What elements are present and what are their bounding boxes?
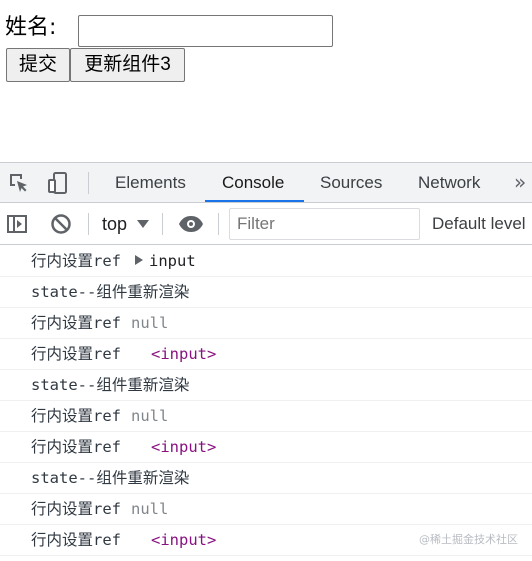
update-component-button[interactable]: 更新组件3 [70,48,185,82]
console-message: 行内设置ref null [0,308,532,339]
message-text: 行内设置ref [31,314,121,332]
context-selector[interactable]: top [102,203,127,245]
console-message: 行内设置ref input [0,246,532,277]
log-levels-dropdown[interactable]: Default level [432,203,526,245]
console-message: 行内设置ref <input> [0,432,532,463]
message-text: 行内设置ref [31,500,121,518]
console-message: 行内设置ref <input> [0,339,532,370]
devtools-panel: Elements Console Sources Network » top F… [0,162,532,561]
more-tabs-button[interactable]: » [514,163,526,203]
name-input[interactable] [78,15,333,47]
message-element-tag[interactable]: <input> [151,531,216,549]
message-text: state--组件重新渲染 [31,469,190,487]
watermark: @稀土掘金技术社区 [419,533,518,546]
message-text: 行内设置ref [31,531,121,549]
clear-console-icon[interactable] [50,213,72,235]
console-messages: 行内设置ref input state--组件重新渲染 行内设置ref null 行… [0,246,532,556]
name-label: 姓名: [5,15,57,40]
tab-console[interactable]: Console [222,163,284,203]
tab-elements[interactable]: Elements [115,163,186,203]
device-toolbar-icon[interactable] [48,172,70,194]
message-text: 行内设置ref [31,252,121,270]
message-text: state--组件重新渲染 [31,283,190,301]
toolbar-separator [162,213,163,235]
app-page: 姓名: 提交 更新组件3 [0,0,532,162]
message-null-value: null [131,500,169,518]
devtools-tab-bar: Elements Console Sources Network » [0,163,532,203]
tab-network[interactable]: Network [418,163,480,203]
console-message: state--组件重新渲染 [0,463,532,494]
message-element-tag[interactable]: <input> [151,438,216,456]
tab-sources[interactable]: Sources [320,163,382,203]
console-message: state--组件重新渲染 [0,370,532,401]
sidebar-toggle-icon[interactable] [6,213,28,235]
toolbar-separator [88,213,89,235]
message-object[interactable]: input [149,252,196,270]
message-element-tag[interactable]: <input> [151,345,216,363]
inspect-element-icon[interactable] [8,172,30,194]
message-text: 行内设置ref [31,345,121,363]
console-message: 行内设置ref null [0,494,532,525]
expand-arrow-icon[interactable] [135,255,143,265]
message-null-value: null [131,314,169,332]
console-message: 行内设置ref null [0,401,532,432]
dropdown-arrow-icon [137,220,149,228]
message-text: state--组件重新渲染 [31,376,190,394]
console-message: state--组件重新渲染 [0,277,532,308]
submit-button[interactable]: 提交 [6,48,70,82]
active-tab-indicator [205,200,304,202]
message-text: 行内设置ref [31,438,121,456]
message-null-value: null [131,407,169,425]
toolbar-separator [218,213,219,235]
tabbar-separator [88,172,89,194]
message-text: 行内设置ref [31,407,121,425]
console-toolbar: top Filter Default level [0,203,532,245]
filter-input[interactable]: Filter [229,208,420,240]
eye-icon[interactable] [178,213,203,235]
